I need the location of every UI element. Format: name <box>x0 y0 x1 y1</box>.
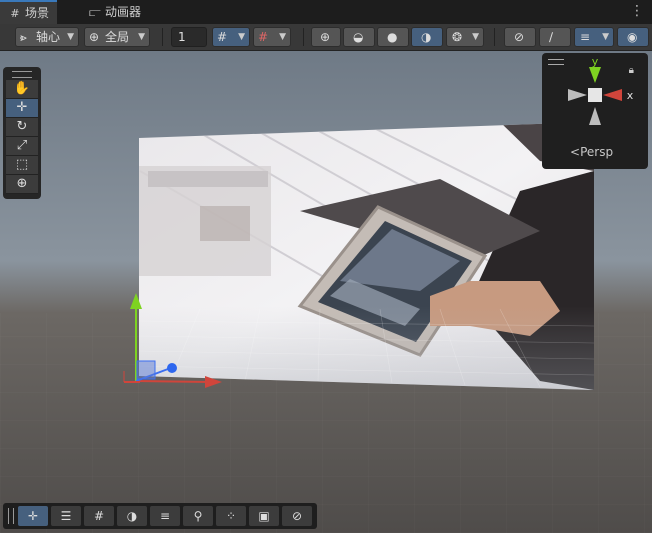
neg-y-cone-icon <box>589 107 601 125</box>
x-axis-handle <box>135 380 211 383</box>
chevron-down-icon: ▼ <box>602 32 609 42</box>
shaded-mode-button[interactable]: ◑ <box>411 27 443 47</box>
more-options-icon[interactable]: ⋮ <box>630 2 644 20</box>
grid-visibility-toggle[interactable]: # ▼ <box>212 27 250 47</box>
effects-toggle[interactable]: ⊘ <box>504 27 536 47</box>
global-dropdown[interactable]: ⊕ 全局 ▼ <box>84 27 150 47</box>
draw-mode-button[interactable]: ◑ <box>117 506 147 526</box>
orientation-gizmo: 🔒︎ y x <Persp <box>542 53 648 169</box>
snap-increment-field[interactable]: 1 <box>171 27 207 47</box>
shaded-sphere-icon: ◑ <box>421 30 432 44</box>
drag-handle-icon[interactable] <box>8 508 14 524</box>
tab-animator[interactable]: ⫍ 动画器 <box>80 0 149 24</box>
camera-button[interactable]: ▣ <box>249 506 279 526</box>
move-icon: ✛ <box>27 509 39 523</box>
snap-settings-toggle[interactable]: # ▼ <box>253 27 291 47</box>
x-axis-label: x <box>627 89 634 102</box>
pivot-label: 轴心 <box>36 30 61 44</box>
projection-toggle[interactable]: <Persp <box>570 145 613 159</box>
snap-value: 1 <box>178 30 186 44</box>
shaded-wireframe-button[interactable]: ◒ <box>343 27 375 47</box>
separator <box>162 28 163 46</box>
unlit-mode-button[interactable]: ● <box>377 27 409 47</box>
xy-plane-handle <box>136 360 156 380</box>
scale-icon: ⤢ <box>16 138 28 153</box>
tab-animator-label: 动画器 <box>105 5 142 19</box>
shaded-sphere-icon: ◑ <box>126 509 138 523</box>
grid-icon: # <box>10 7 20 20</box>
z-axis-cap-icon <box>167 363 177 373</box>
layers-button[interactable]: ≡ <box>150 506 180 526</box>
transform-tools-panel: ✋ ✛ ↻ ⤢ ⬚ ⊕ <box>3 67 41 199</box>
tool-settings-button[interactable]: ✛ <box>18 506 48 526</box>
gizmos-dropdown[interactable]: ≡ ▼ <box>574 27 614 47</box>
snap-grid-icon: # <box>258 30 269 44</box>
tab-bar: # 场景 ⫍ 动画器 ⋮ <box>0 0 652 24</box>
search-icon: ⚲ <box>193 509 203 523</box>
tool-settings-sliders-button[interactable]: ☰ <box>51 506 81 526</box>
grid-snap-icon: # <box>93 509 105 523</box>
animator-icon: ⫍ <box>89 6 101 19</box>
pivot-icon: ⩺ <box>20 30 27 44</box>
move-icon: ✛ <box>16 100 28 115</box>
chevron-down-icon: ▼ <box>138 32 145 42</box>
chevron-down-icon: ▼ <box>67 32 74 42</box>
bug-icon: ❂ <box>452 30 463 44</box>
chevron-down-icon: ▼ <box>472 32 479 42</box>
neg-x-cone-icon <box>568 89 587 101</box>
scene-toolbar: ⩺ 轴心 ▼ ⊕ 全局 ▼ 1 # ▼ # ▼ ⊕ ◒ ● ◑ ❂ ▼ ⊘ ∕ … <box>0 24 652 51</box>
view-tool-button[interactable]: ✋ <box>6 80 38 99</box>
move-dots-icon: ⁘ <box>225 509 237 523</box>
tab-scene[interactable]: # 场景 <box>0 0 58 24</box>
axis-cone-view[interactable]: y x <box>542 53 648 143</box>
center-cube-icon <box>588 88 602 102</box>
scene-visibility-toggle[interactable]: ◉ <box>617 27 649 47</box>
navigation-button[interactable]: ⊘ <box>282 506 312 526</box>
overlay-toolbar: ✛ ☰ # ◑ ≡ ⚲ ⁘ ▣ ⊘ <box>3 503 317 529</box>
compass-icon: ⊘ <box>291 509 303 523</box>
solid-sphere-icon: ● <box>387 30 398 44</box>
pivot-dropdown[interactable]: ⩺ 轴心 ▼ <box>15 27 79 47</box>
rect-icon: ⬚ <box>15 157 29 172</box>
x-cone-icon <box>603 89 622 101</box>
layers-icon: ≡ <box>580 30 591 44</box>
globe-icon: ⊕ <box>89 30 100 44</box>
y-cone-icon <box>589 67 601 83</box>
fx-off-icon: ⊘ <box>514 30 525 44</box>
shaded-wireframe-icon: ◒ <box>353 30 364 44</box>
rect-tool-button[interactable]: ⬚ <box>6 156 38 175</box>
search-button[interactable]: ⚲ <box>183 506 213 526</box>
sliders-icon: ☰ <box>60 509 72 523</box>
tab-scene-label: 场景 <box>25 6 50 20</box>
chevron-down-icon: ▼ <box>238 32 245 42</box>
wireframe-mode-button[interactable]: ⊕ <box>311 27 341 47</box>
scene-viewport[interactable]: ✋ ✛ ↻ ⤢ ⬚ ⊕ 🔒︎ y x <Persp ✛ ☰ # ◑ ≡ ⚲ ⁘ <box>0 51 652 533</box>
separator <box>303 28 304 46</box>
chevron-down-icon: ▼ <box>279 32 286 42</box>
projection-label: Persp <box>580 145 614 159</box>
grid-snapping-button[interactable]: # <box>84 506 114 526</box>
transform-icon: ⊕ <box>16 176 28 191</box>
hand-icon: ✋ <box>13 81 31 96</box>
move-tool-button[interactable]: ✛ <box>6 99 38 118</box>
grid-snap-icon: # <box>217 30 228 44</box>
wireframe-sphere-icon: ⊕ <box>320 30 331 44</box>
rotate-tool-button[interactable]: ↻ <box>6 118 38 137</box>
rotate-icon: ↻ <box>16 119 28 134</box>
camera-icon: ▣ <box>258 509 270 523</box>
perspective-icon: < <box>570 145 581 159</box>
scale-tool-button[interactable]: ⤢ <box>6 137 38 156</box>
lighting-toggle[interactable]: ∕ <box>539 27 571 47</box>
y-axis-label: y <box>592 55 599 68</box>
drag-handle-icon[interactable] <box>12 71 32 78</box>
separator <box>494 28 495 46</box>
light-off-icon: ∕ <box>549 30 554 44</box>
transform-tool-button[interactable]: ⊕ <box>6 175 38 194</box>
eye-icon: ◉ <box>627 30 638 44</box>
debug-draw-mode-dropdown[interactable]: ❂ ▼ <box>446 27 484 47</box>
layers-icon: ≡ <box>159 509 171 523</box>
global-label: 全局 <box>105 30 130 44</box>
component-tools-button[interactable]: ⁘ <box>216 506 246 526</box>
